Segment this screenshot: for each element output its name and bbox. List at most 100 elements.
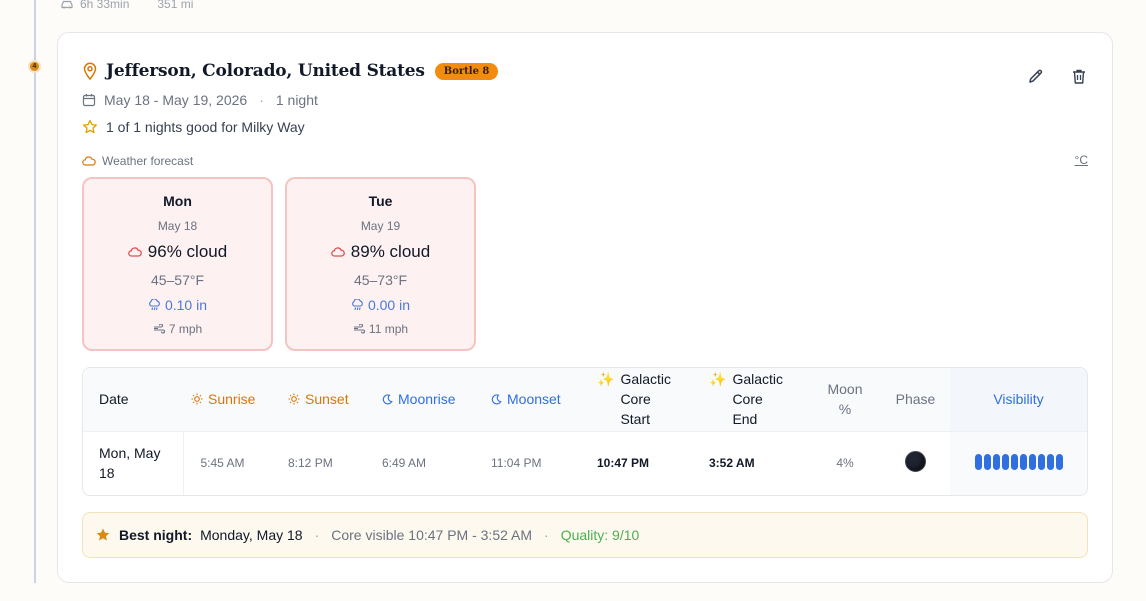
precip-amount: 0.10 in — [164, 297, 208, 313]
core-end-label-line: Galactic — [732, 371, 784, 388]
weather-day-card: Tue May 19 89% cloud 45–73°F 0.00 in 11 … — [285, 177, 476, 351]
star-outline-icon — [83, 119, 97, 134]
weather-cloud-cover: 89% cloud — [330, 242, 431, 262]
edit-button[interactable] — [1026, 67, 1044, 85]
wind-speed: 11 mph — [368, 322, 409, 336]
separator-dot: · — [259, 92, 264, 108]
delete-button[interactable] — [1070, 67, 1088, 85]
table-row: Mon, May 18 5:45 AM 8:12 PM 6:49 AM 11:04… — [83, 431, 1087, 495]
weather-temperature: 45–73°F — [353, 272, 408, 288]
visibility-segment — [974, 453, 982, 470]
weather-forecast-label: Weather forecast — [82, 154, 193, 168]
stop-title-row: Jefferson, Colorado, United States Bortl… — [82, 61, 499, 81]
stop-night-count: 1 night — [275, 92, 318, 108]
trash-icon — [1073, 69, 1085, 84]
weather-temperature: 45–57°F — [150, 272, 205, 288]
best-night-date: Monday, May 18 — [200, 527, 303, 543]
sunrise-label: Sunrise — [208, 391, 256, 408]
date-line: 18 — [99, 465, 115, 482]
visibility-segment — [1037, 453, 1045, 470]
wind-icon — [153, 324, 165, 334]
good-nights-row: 1 of 1 nights good for Milky Way — [82, 119, 305, 135]
best-night-banner: Best night: Monday, May 18 · Core visibl… — [82, 512, 1088, 558]
temperature-unit-toggle[interactable]: °C — [1075, 153, 1088, 167]
sun-icon — [191, 393, 203, 405]
weather-wind: 11 mph — [353, 322, 408, 336]
wind-speed: 7 mph — [168, 322, 203, 336]
previous-leg-summary: 6h 33min 351 mi — [60, 0, 193, 11]
visibility-segment — [1028, 453, 1036, 470]
car-icon — [61, 0, 73, 9]
weather-cloud-cover: 96% cloud — [127, 242, 228, 262]
weather-day: Mon — [163, 193, 192, 209]
sun-icon — [288, 393, 300, 405]
sparkle-icon: ✨ — [597, 371, 615, 388]
timeline-line — [34, 0, 36, 583]
moon-icon — [491, 394, 502, 405]
map-pin-icon — [83, 62, 97, 80]
bortle-badge: Bortle 8 — [434, 62, 499, 80]
visibility-segment — [983, 453, 991, 470]
col-header-phase: Phase — [881, 368, 950, 432]
pencil-icon — [1028, 69, 1042, 83]
new-moon-icon — [905, 451, 926, 473]
moonrise-label: Moonrise — [398, 391, 456, 408]
col-header-sunset: Sunset — [280, 368, 374, 432]
weather-day-card: Mon May 18 96% cloud 45–57°F 0.10 in 7 m… — [82, 177, 273, 351]
astronomy-table: Date Sunrise Sunset Moonrise Moonset ✨ Ga… — [82, 367, 1088, 496]
separator-dot: · — [314, 527, 320, 543]
weather-precipitation: 0.00 in — [351, 297, 410, 313]
cell-phase — [881, 431, 950, 495]
leg-distance: 351 mi — [157, 0, 194, 11]
separator-dot: · — [544, 527, 549, 543]
cell-sunrise: 5:45 AM — [200, 456, 245, 471]
visibility-segment — [1001, 453, 1009, 470]
moon-percent-label-line: % — [838, 401, 852, 418]
col-header-moonrise: Moonrise — [374, 368, 483, 432]
best-night-label: Best night: — [119, 527, 193, 543]
core-start-label-line: Start — [620, 411, 651, 428]
core-end-label-line: End — [732, 411, 758, 428]
col-header-core-end: ✨ Galactic Core End — [701, 368, 809, 432]
visibility-segment — [1055, 453, 1063, 470]
calendar-icon — [82, 94, 96, 107]
leg-duration: 6h 33min — [80, 0, 130, 11]
cell-moon-percent: 4% — [836, 456, 854, 471]
cell-core-end: 3:52 AM — [709, 456, 755, 471]
rain-cloud-icon — [149, 299, 160, 311]
cell-visibility — [950, 431, 1087, 495]
cell-moonrise: 6:49 AM — [382, 456, 427, 471]
moonset-label: Moonset — [507, 391, 561, 408]
precip-amount: 0.00 in — [367, 297, 411, 313]
weather-day: Tue — [368, 193, 393, 209]
best-night-quality: Quality: 9/10 — [560, 527, 640, 543]
cloud-icon — [127, 247, 142, 257]
cell-sunset: 8:12 PM — [288, 456, 333, 471]
timeline-stop-marker: 4 — [28, 60, 41, 73]
table-header-row: Date Sunrise Sunset Moonrise Moonset ✨ Ga… — [83, 368, 1087, 432]
col-header-moon-percent: Moon% — [809, 368, 881, 432]
cell-moonset: 11:04 PM — [491, 456, 542, 471]
col-header-moonset: Moonset — [483, 368, 589, 432]
stop-date-range: May 18 - May 19, 2026 — [104, 92, 248, 108]
best-night-core-window: Core visible 10:47 PM - 3:52 AM — [331, 527, 533, 543]
core-start-label-line: Galactic — [620, 371, 672, 388]
cloud-percent: 89% cloud — [350, 242, 431, 261]
cell-date: Mon, May 18 — [83, 431, 184, 495]
sunset-label: Sunset — [305, 391, 349, 408]
moon-icon — [382, 394, 393, 405]
weather-wind: 7 mph — [153, 322, 202, 336]
weather-date: May 19 — [360, 219, 401, 233]
moon-percent-label-line: Moon — [827, 381, 863, 398]
star-filled-icon — [96, 528, 110, 541]
visibility-segment — [1010, 453, 1018, 470]
cloud-percent: 96% cloud — [147, 242, 228, 261]
sparkle-icon: ✨ — [709, 371, 727, 388]
weather-cards: Mon May 18 96% cloud 45–57°F 0.10 in 7 m… — [82, 177, 476, 351]
rain-cloud-icon — [352, 299, 363, 311]
visibility-segment — [1046, 453, 1054, 470]
stop-card: Jefferson, Colorado, United States Bortl… — [57, 32, 1113, 583]
visibility-segment — [992, 453, 1000, 470]
stop-title: Jefferson, Colorado, United States — [106, 61, 425, 81]
col-header-date: Date — [83, 368, 183, 432]
